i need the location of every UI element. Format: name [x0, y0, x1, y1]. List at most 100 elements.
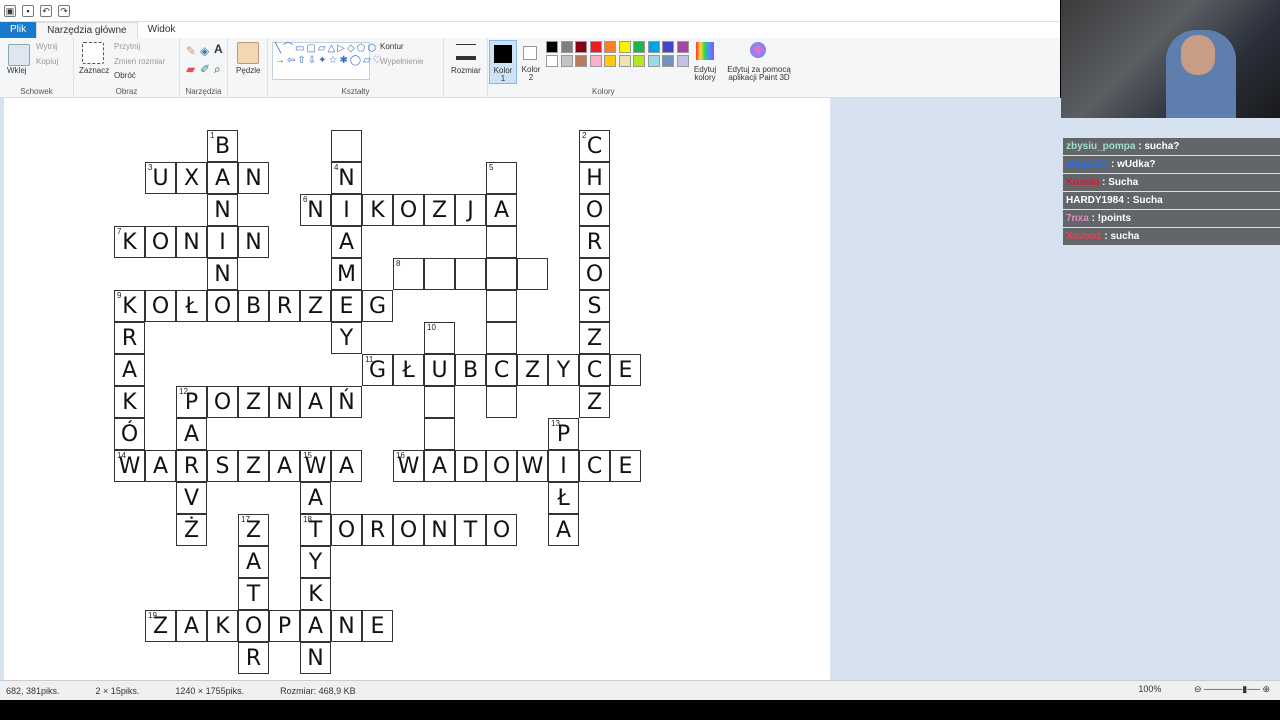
- palette-color[interactable]: [618, 55, 631, 67]
- pencil-icon[interactable]: ✎: [186, 44, 196, 58]
- palette-color[interactable]: [604, 41, 616, 53]
- cell-letter: A: [152, 454, 169, 479]
- zoom-level[interactable]: 100% ⊖ ──────▮── ⊕: [1132, 684, 1270, 695]
- fill-shape-button[interactable]: Wypełnienie: [380, 57, 424, 66]
- color-picker-icon[interactable]: ✐: [200, 62, 210, 76]
- crossword-cell: E: [610, 450, 641, 482]
- rotate-button[interactable]: Obróć: [114, 71, 136, 80]
- palette-color[interactable]: [662, 55, 674, 67]
- crossword-cell: A: [548, 514, 579, 546]
- paste-button[interactable]: Wklej: [7, 66, 27, 75]
- palette-color[interactable]: [647, 55, 660, 67]
- brushes-button[interactable]: Pędzle: [236, 66, 260, 75]
- cell-letter: Z: [245, 454, 262, 479]
- crossword-cell: 5: [486, 162, 517, 194]
- cell-letter: C: [586, 134, 603, 159]
- undo-icon[interactable]: ↶: [40, 4, 52, 17]
- shapes-gallery[interactable]: ╲⌒▭▢▱△▷◇⬠⬡ →⇦⇧⇩✦☆✱◯▱♡: [272, 42, 382, 80]
- text-icon[interactable]: A: [214, 42, 223, 56]
- crossword-cell: A: [176, 610, 207, 642]
- resize-button[interactable]: Zmień rozmiar: [114, 57, 165, 66]
- streamer-webcam: [1061, 0, 1280, 118]
- crossword-cell: K: [114, 386, 145, 418]
- crossword-cell: I: [548, 450, 579, 482]
- palette-color[interactable]: [560, 41, 573, 53]
- copy-button[interactable]: Kopiuj: [36, 57, 58, 66]
- cut-button[interactable]: Wytnij: [36, 42, 58, 51]
- crossword-cell: [424, 418, 455, 450]
- color1-button[interactable]: Kolor 1: [489, 40, 517, 84]
- palette-color[interactable]: [676, 55, 689, 67]
- cell-letter: Ń: [338, 390, 355, 415]
- cell-letter: Z: [586, 390, 603, 415]
- redo-icon[interactable]: ↷: [58, 4, 70, 17]
- palette-color[interactable]: [633, 55, 645, 67]
- clue-number: 12: [179, 387, 188, 396]
- size-button[interactable]: Rozmiar: [451, 66, 481, 75]
- crossword-cell: Z: [238, 450, 269, 482]
- fill-icon[interactable]: ◈: [200, 44, 209, 58]
- cell-letter: Ó: [120, 422, 139, 447]
- cell-letter: A: [307, 390, 324, 415]
- cell-letter: Z: [524, 358, 541, 383]
- paint3d-button[interactable]: Edytuj za pomocą aplikacji Paint 3D: [726, 66, 792, 82]
- tab-view[interactable]: Widok: [138, 22, 186, 38]
- select-icon[interactable]: [82, 42, 104, 64]
- crop-button[interactable]: Przytnij: [114, 42, 140, 51]
- tab-home[interactable]: Narzędzia główne: [36, 22, 138, 38]
- crossword-cell: O: [579, 258, 610, 290]
- palette-color[interactable]: [589, 55, 602, 67]
- crossword-cell: U3: [145, 162, 176, 194]
- cell-letter: K: [370, 198, 385, 223]
- palette-color[interactable]: [575, 41, 587, 53]
- crossword-cell: [486, 258, 517, 290]
- streamer-face: [1181, 35, 1215, 75]
- cell-letter: X: [183, 166, 200, 191]
- clue-number: 5: [489, 163, 494, 172]
- crossword-cell: T: [455, 514, 486, 546]
- chat-message: zbysiu_pompa : sucha?: [1063, 138, 1280, 155]
- crossword-cell: C: [579, 450, 610, 482]
- eraser-icon[interactable]: ▰: [186, 62, 195, 76]
- cell-letter: U: [152, 166, 169, 191]
- paste-icon[interactable]: [8, 44, 30, 66]
- group-label: Schowek: [20, 87, 53, 96]
- cell-letter: A: [183, 422, 200, 447]
- palette-color[interactable]: [575, 55, 587, 67]
- cell-letter: T: [246, 582, 261, 607]
- size-icon[interactable]: [456, 44, 476, 60]
- palette-color[interactable]: [676, 41, 689, 53]
- palette-color[interactable]: [560, 55, 573, 67]
- select-button[interactable]: Zaznacz: [79, 66, 109, 75]
- outline-button[interactable]: Kontur: [380, 42, 404, 51]
- crossword-cell: B: [455, 354, 486, 386]
- tab-file[interactable]: Plik: [0, 22, 37, 38]
- crossword-cell: A: [331, 226, 362, 258]
- edit-colors-icon[interactable]: [696, 42, 714, 60]
- drawing-canvas[interactable]: B1U3XANNK7ONINNN4N6IKOZJAAMY58K9OŁOBRZEG…: [4, 98, 830, 680]
- paint3d-icon[interactable]: [750, 42, 766, 58]
- palette-color[interactable]: [546, 41, 558, 53]
- clue-number: 2: [582, 131, 587, 140]
- cell-letter: N: [245, 166, 262, 191]
- crossword-cell: Z: [579, 322, 610, 354]
- crossword-cell: J: [455, 194, 486, 226]
- brush-icon[interactable]: [237, 42, 259, 64]
- crossword-cell: O: [393, 514, 424, 546]
- palette-color[interactable]: [618, 41, 631, 53]
- magnifier-icon[interactable]: ⌕: [214, 62, 221, 77]
- cell-letter: A: [431, 454, 448, 479]
- save-icon[interactable]: ▪: [22, 4, 34, 17]
- palette-color[interactable]: [662, 41, 674, 53]
- palette-color[interactable]: [633, 41, 645, 53]
- color2-button[interactable]: Kolor 2: [519, 40, 543, 84]
- palette-color[interactable]: [604, 55, 616, 67]
- crossword-cell: A: [331, 450, 362, 482]
- palette-color[interactable]: [647, 41, 660, 53]
- crossword-cell: K: [207, 610, 238, 642]
- edit-colors-button[interactable]: Edytuj kolory: [688, 66, 722, 82]
- palette-color[interactable]: [546, 55, 558, 67]
- crossword-cell: A: [424, 450, 455, 482]
- palette-color[interactable]: [589, 41, 602, 53]
- color2-label: Kolor 2: [521, 65, 541, 82]
